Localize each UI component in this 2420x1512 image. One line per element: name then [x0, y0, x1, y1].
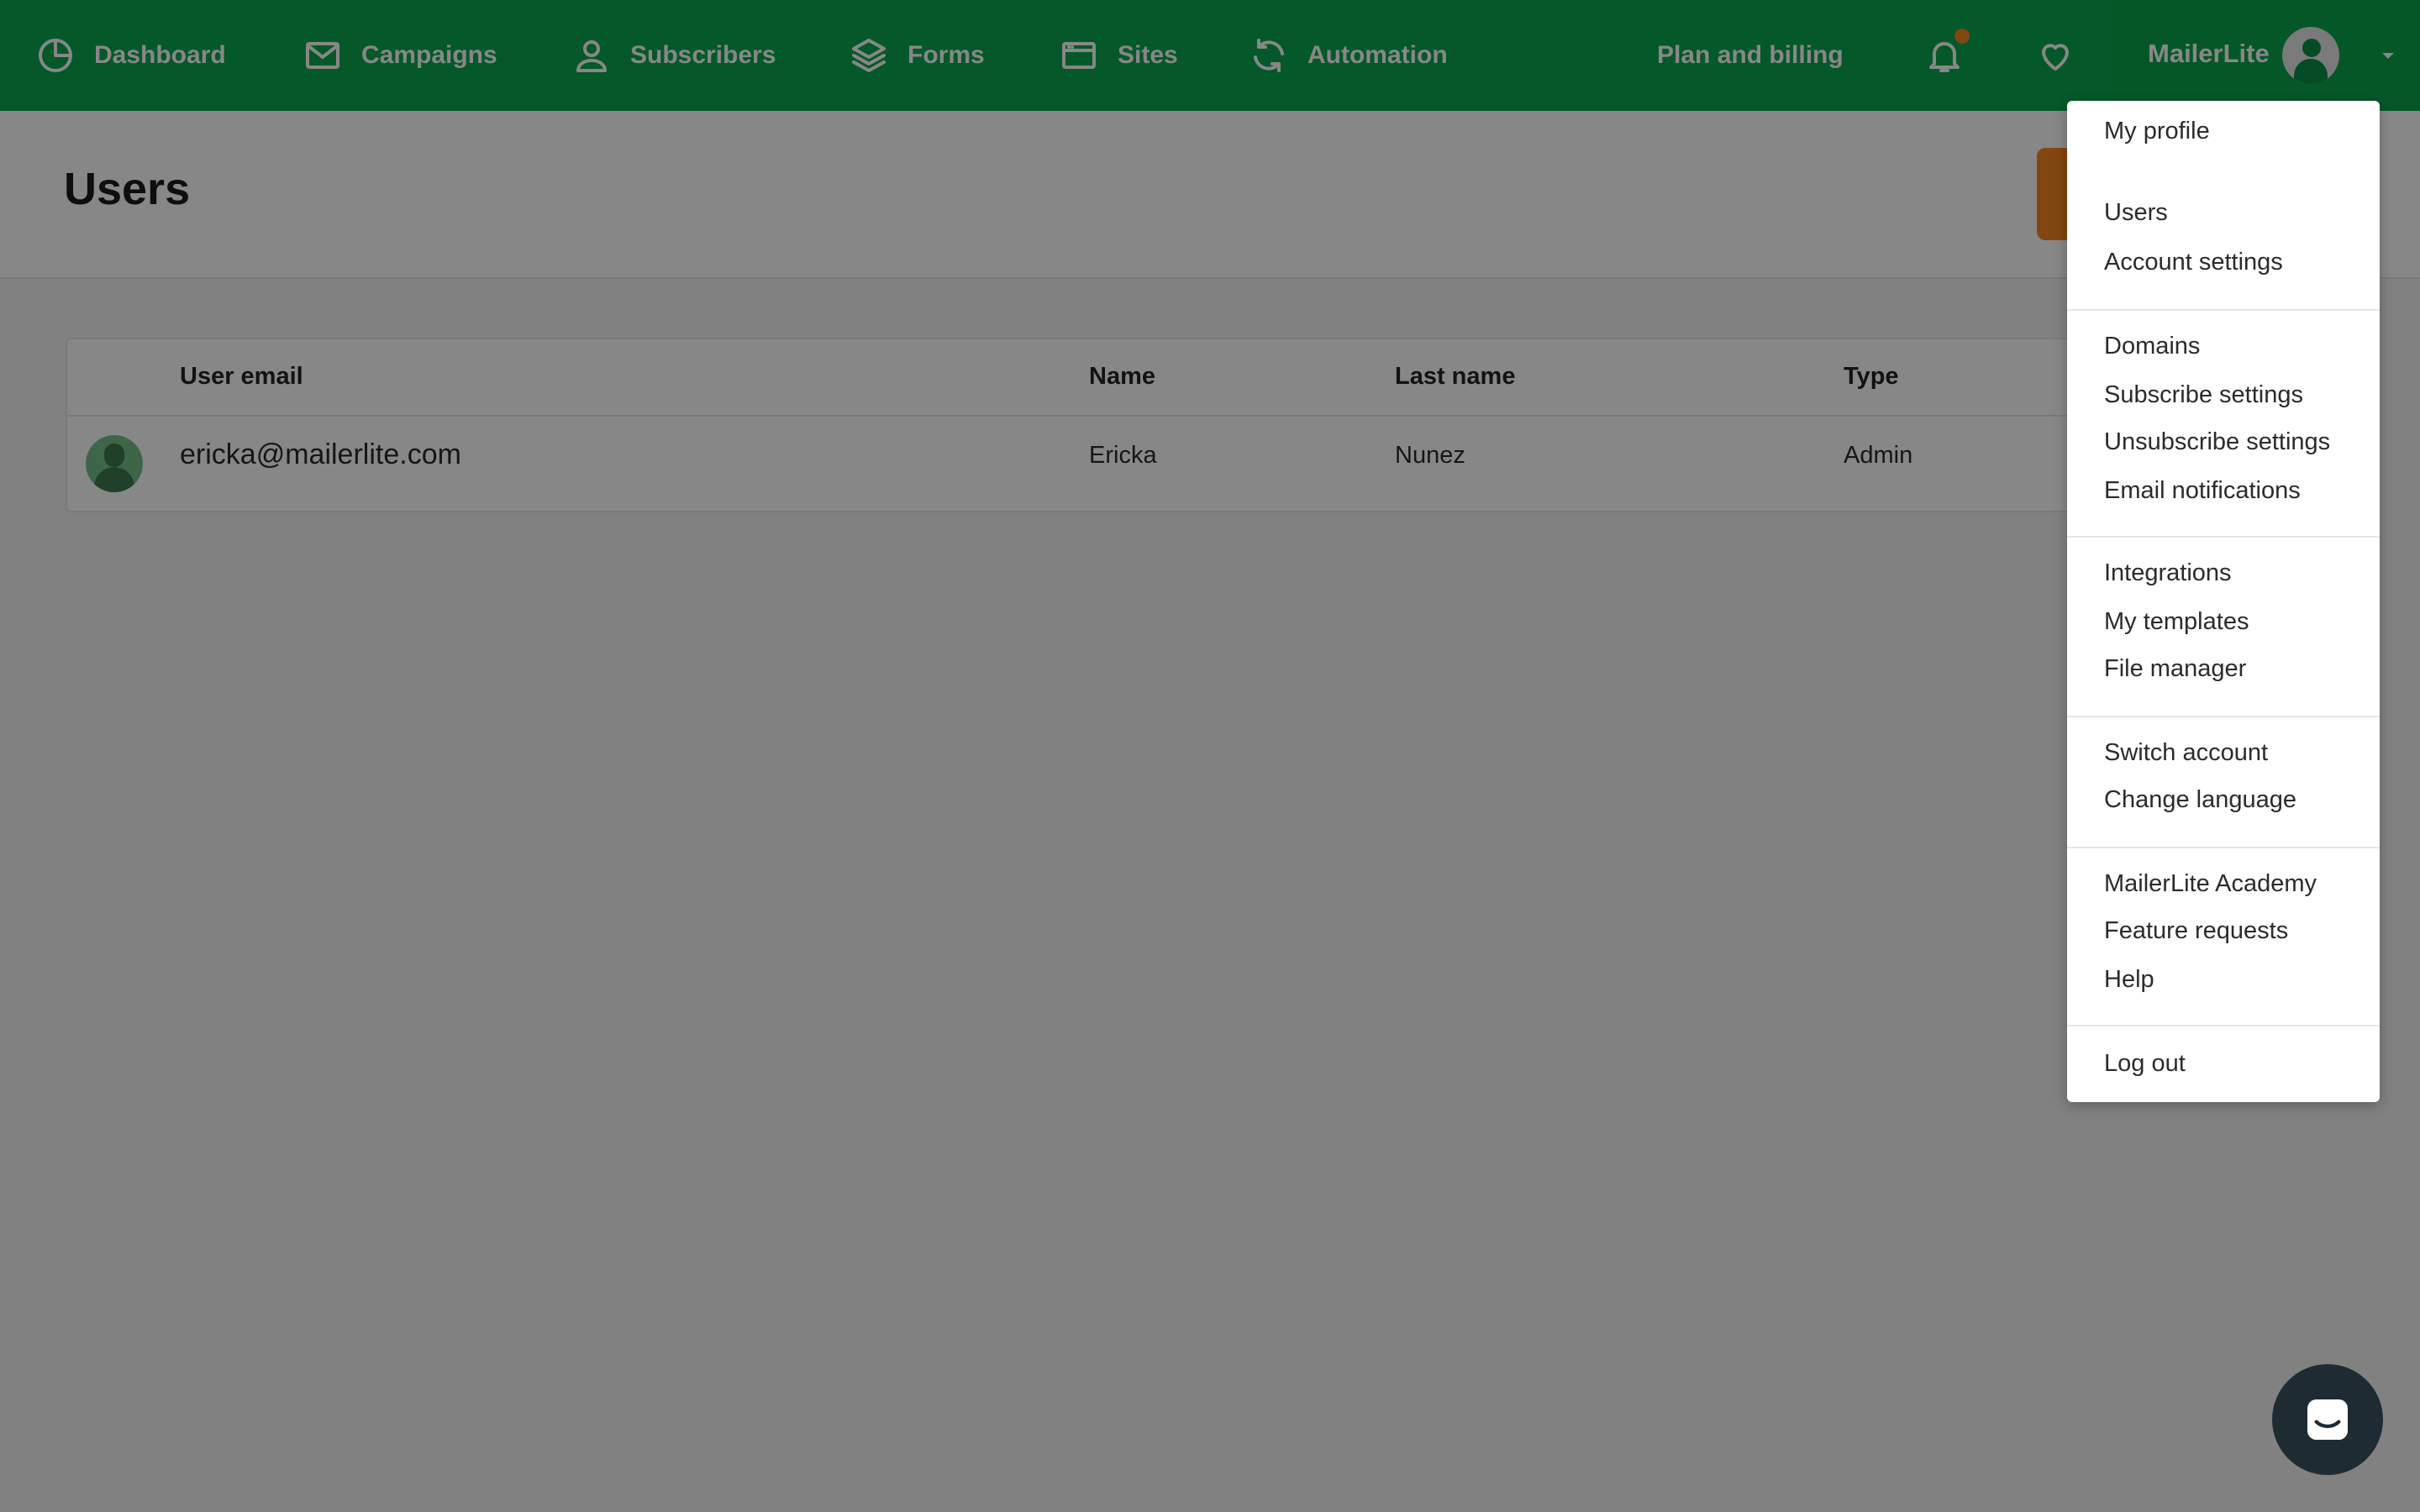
- menu-item-mailerlite-academy[interactable]: MailerLite Academy: [2067, 860, 2380, 907]
- account-dropdown-menu: My profile Users Account settings Domain…: [2067, 101, 2380, 1102]
- menu-item-file-manager[interactable]: File manager: [2067, 645, 2380, 692]
- chat-icon: [2307, 1399, 2348, 1440]
- chat-support-button[interactable]: [2272, 1364, 2383, 1475]
- menu-item-email-notifications[interactable]: Email notifications: [2067, 467, 2380, 514]
- menu-divider: [2067, 847, 2380, 848]
- menu-item-switch-account[interactable]: Switch account: [2067, 729, 2380, 776]
- menu-item-unsubscribe-settings[interactable]: Unsubscribe settings: [2067, 418, 2380, 465]
- menu-item-integrations[interactable]: Integrations: [2067, 549, 2380, 596]
- menu-item-my-profile[interactable]: My profile: [2067, 108, 2380, 155]
- menu-divider: [2067, 716, 2380, 717]
- menu-item-help[interactable]: Help: [2067, 956, 2380, 1003]
- menu-item-my-templates[interactable]: My templates: [2067, 598, 2380, 645]
- menu-item-subscribe-settings[interactable]: Subscribe settings: [2067, 371, 2380, 418]
- menu-item-domains[interactable]: Domains: [2067, 323, 2380, 370]
- menu-divider: [2067, 536, 2380, 538]
- menu-item-account-settings[interactable]: Account settings: [2067, 239, 2380, 286]
- modal-overlay[interactable]: [0, 0, 2420, 1512]
- menu-item-change-language[interactable]: Change language: [2067, 776, 2380, 823]
- menu-item-log-out[interactable]: Log out: [2067, 1040, 2380, 1087]
- menu-item-feature-requests[interactable]: Feature requests: [2067, 907, 2380, 954]
- menu-divider: [2067, 309, 2380, 311]
- menu-divider: [2067, 1025, 2380, 1026]
